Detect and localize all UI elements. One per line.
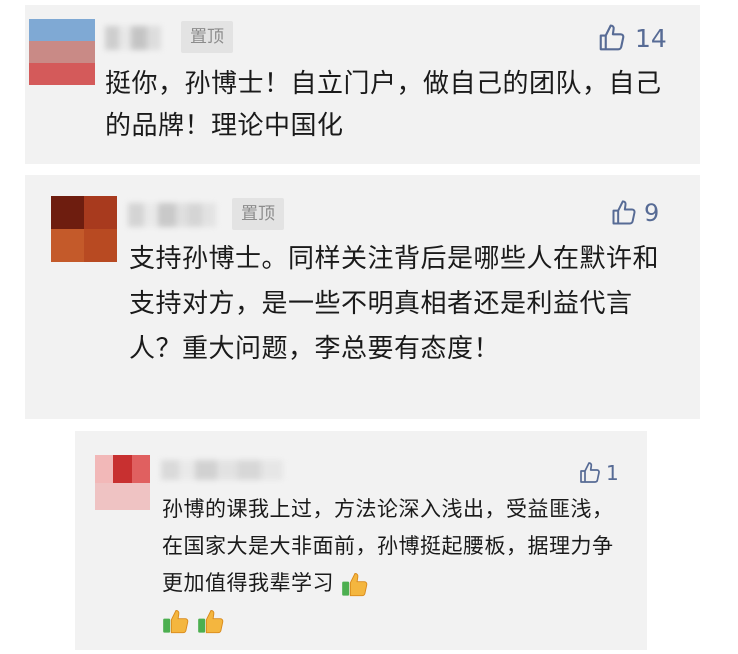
comment-card: 置顶 9 支持孙博士。同样关注背后是哪些人在默许和支持对方，是一些不明真相者还是… (25, 175, 700, 419)
thumbs-up-emoji-icon (341, 570, 369, 598)
username[interactable] (128, 203, 216, 227)
pinned-badge: 置顶 (181, 21, 233, 53)
like-count: 1 (606, 461, 619, 485)
thumbs-up-emoji-icon (162, 607, 190, 635)
pinned-badge: 置顶 (232, 198, 284, 230)
reply-text: 孙博的课我上过，方法论深入浅出，受益匪浅，在国家大是大非面前，孙博挺起腰板，据理… (162, 491, 622, 639)
avatar[interactable] (29, 19, 95, 85)
like-count: 9 (644, 199, 660, 227)
comment-text: 支持孙博士。同样关注背后是哪些人在默许和支持对方，是一些不明真相者还是利益代言人… (129, 244, 660, 364)
thumbs-up-emoji-icon (197, 607, 225, 635)
like-button[interactable]: 9 (610, 199, 659, 227)
comment-text: 挺你，孙博士！自立门户，做自己的团队，自己的品牌！理论中国化 (105, 69, 662, 141)
avatar[interactable] (95, 455, 150, 510)
thumbs-up-icon (597, 23, 627, 53)
username[interactable] (161, 460, 283, 480)
reply-text-body: 孙博的课我上过，方法论深入浅出，受益匪浅，在国家大是大非面前，孙博挺起腰板，据理… (162, 497, 614, 595)
username[interactable] (105, 26, 161, 50)
like-count: 14 (635, 23, 667, 53)
thumbs-up-icon (578, 461, 602, 485)
like-button[interactable]: 14 (597, 23, 667, 53)
avatar[interactable] (51, 196, 117, 262)
like-button[interactable]: 1 (578, 461, 619, 485)
reply-card: 1 孙博的课我上过，方法论深入浅出，受益匪浅，在国家大是大非面前，孙博挺起腰板，… (75, 431, 647, 650)
thumbs-up-icon (610, 199, 638, 227)
comment-card: 置顶 14 挺你，孙博士！自立门户，做自己的团队，自己的品牌！理论中国化 (25, 5, 700, 164)
